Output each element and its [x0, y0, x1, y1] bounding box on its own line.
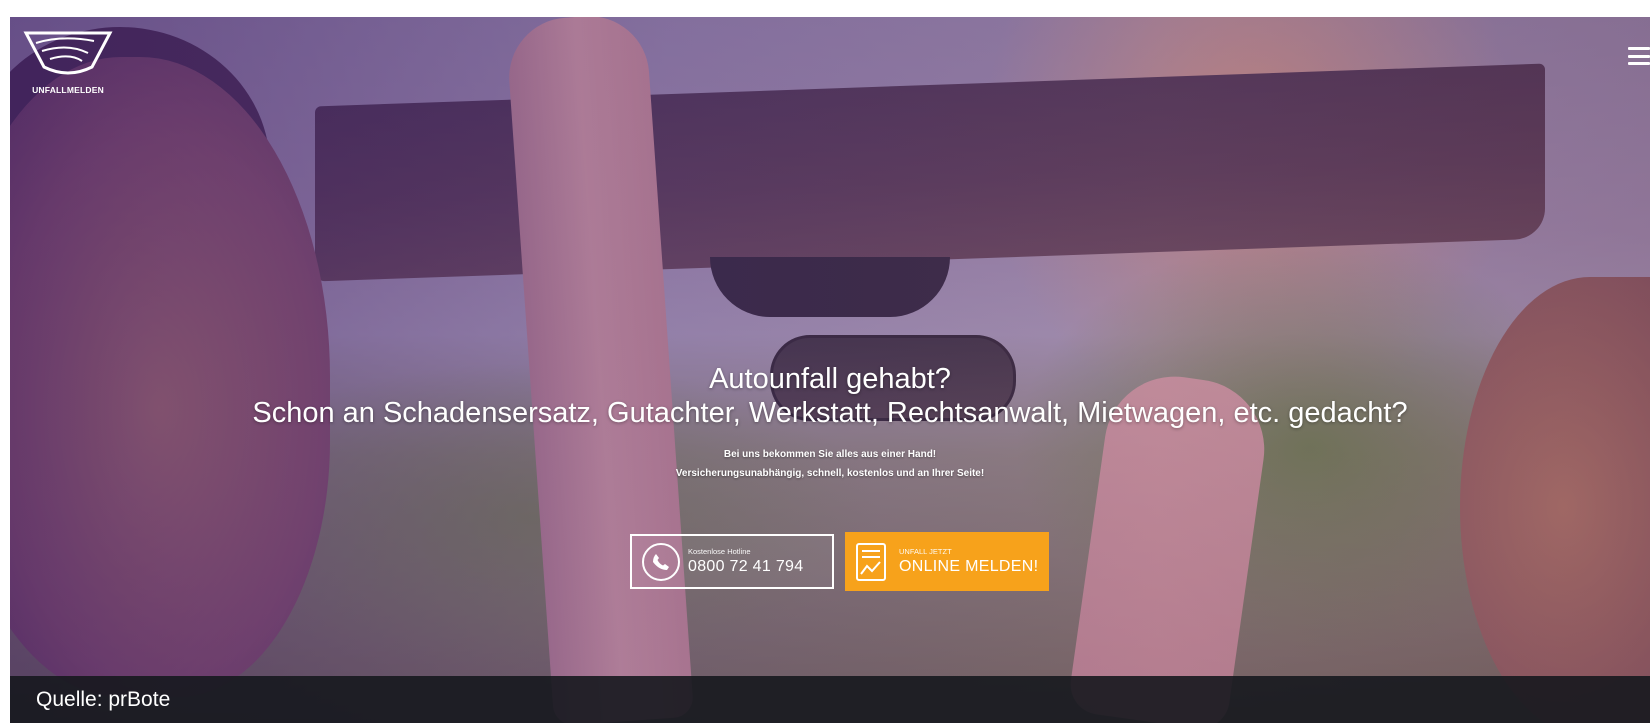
hotline-number: 0800 72 41 794: [688, 557, 804, 575]
subtext-line-1: Bei uns bekommen Sie alles aus einer Han…: [723, 449, 937, 460]
headline-line-2: Schon an Schadensersatz, Gutachter, Werk…: [252, 397, 1408, 429]
site-logo[interactable]: UNFALLMELDEN: [22, 27, 114, 95]
hotline-button[interactable]: Kostenlose Hotline 0800 72 41 794: [630, 534, 834, 589]
menu-bar: [1628, 62, 1650, 65]
image-source-caption: Quelle: prBote: [36, 687, 171, 711]
menu-bar: [1628, 54, 1650, 58]
report-online-button[interactable]: UNFALL JETZT ONLINE MELDEN!: [845, 532, 1049, 591]
headline-line-1: Autounfall gehabt?: [709, 363, 951, 395]
menu-bar: [1628, 47, 1650, 50]
logo-text: UNFALLMELDEN: [32, 85, 104, 95]
phone-icon: [642, 542, 680, 581]
report-texts: UNFALL JETZT ONLINE MELDEN!: [899, 547, 1038, 577]
document-icon: [856, 542, 886, 581]
logo-emblem-icon: [23, 31, 113, 75]
report-label-small: UNFALL JETZT: [899, 546, 952, 556]
hotline-texts: Kostenlose Hotline 0800 72 41 794: [688, 547, 803, 577]
subtext-line-2: Versicherungsunabhängig, schnell, kosten…: [675, 468, 985, 479]
hero-image: UNFALLMELDEN Autounfall gehabt? Schon an…: [10, 17, 1650, 723]
report-label-big: ONLINE MELDEN!: [899, 557, 1039, 575]
hotline-label: Kostenlose Hotline: [688, 546, 751, 556]
caption-bar: Quelle: prBote: [10, 676, 1650, 723]
hero-subtext: Bei uns bekommen Sie alles aus einer Han…: [10, 445, 1650, 483]
hamburger-menu-icon[interactable]: [1628, 47, 1650, 65]
hero-headline: Autounfall gehabt? Schon an Schadensersa…: [10, 362, 1650, 430]
